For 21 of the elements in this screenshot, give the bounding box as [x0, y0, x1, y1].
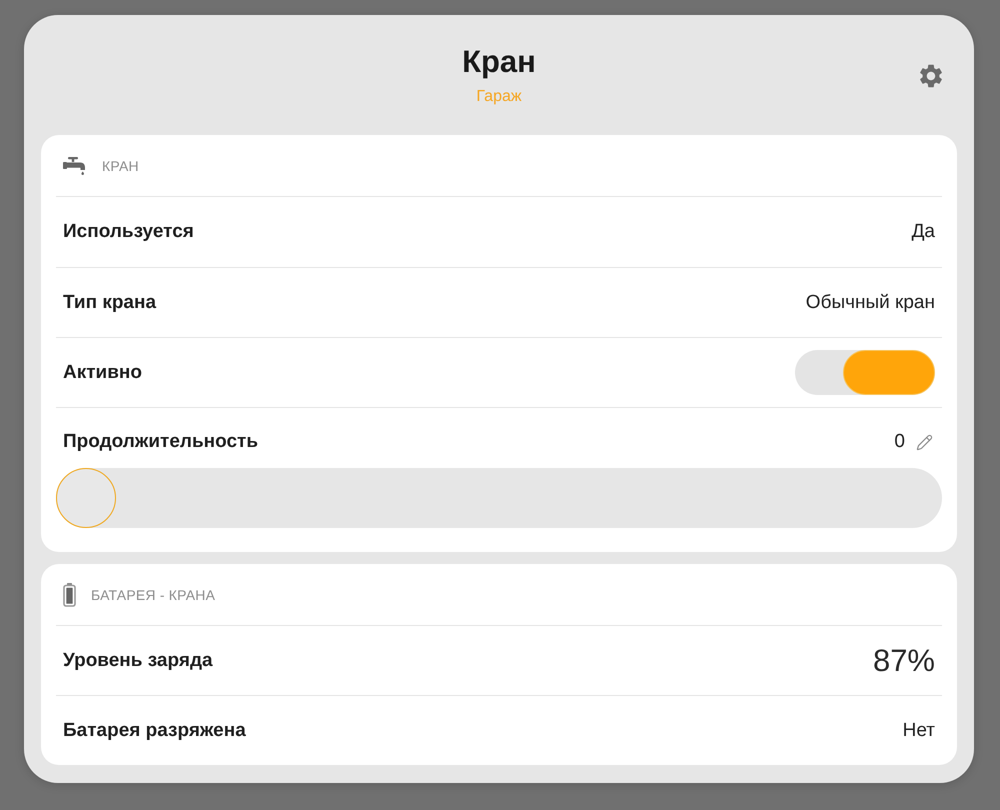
dialog-subtitle: Гараж	[476, 87, 522, 107]
row-value: Да	[912, 221, 935, 243]
row-value: Обычный кран	[806, 292, 935, 314]
section-title: КРАН	[102, 158, 139, 174]
row-label: Тип крана	[63, 292, 156, 314]
row-value: 87%	[872, 642, 935, 678]
row-label: Продолжительность	[63, 431, 258, 453]
row-value: Нет	[902, 720, 935, 742]
row-label: Уровень заряда	[63, 650, 213, 672]
settings-button[interactable]	[917, 62, 945, 90]
row-label: Активно	[63, 362, 142, 384]
pencil-icon	[916, 434, 932, 450]
toggle-switch[interactable]	[795, 350, 935, 395]
row-value: 0	[894, 431, 905, 453]
row-label: Используется	[63, 221, 194, 243]
dialog-title: Кран	[462, 43, 536, 81]
section-title: БАТАРЕЯ - КРАНА	[91, 586, 216, 602]
settings-icon	[917, 62, 945, 90]
row-label: Батарея разряжена	[63, 720, 246, 742]
faucet-icon	[63, 156, 87, 174]
battery-icon	[63, 582, 76, 606]
